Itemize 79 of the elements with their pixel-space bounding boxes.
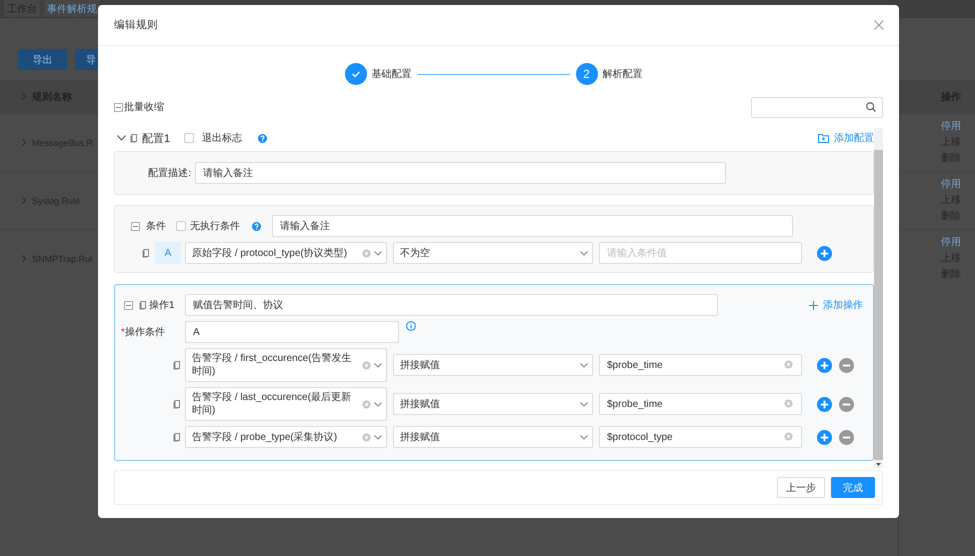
back-button[interactable]: 上一步 xyxy=(777,477,825,498)
remove-icon[interactable] xyxy=(839,358,854,372)
step-label: 解析配置 xyxy=(602,68,642,81)
clear-icon[interactable] xyxy=(784,399,793,408)
checkbox[interactable] xyxy=(184,133,194,143)
step-label: 基础配置 xyxy=(372,68,412,81)
checkbox-label: 退出标志 xyxy=(202,132,242,145)
field-label: *操作条件 xyxy=(121,326,165,339)
collapse-icon[interactable] xyxy=(124,300,133,310)
help-icon[interactable] xyxy=(258,134,268,142)
field-select[interactable]: 原始字段 / protocol_type(协议类型) xyxy=(185,242,387,264)
copy-icon[interactable] xyxy=(173,432,181,442)
clear-icon[interactable] xyxy=(362,248,371,258)
value-field[interactable]: 请输入条件值 xyxy=(599,242,802,264)
search-icon[interactable] xyxy=(866,102,876,112)
collapse-icon[interactable] xyxy=(131,222,140,230)
clear-icon[interactable] xyxy=(784,432,793,441)
collapse-all-label[interactable]: 批量收缩 xyxy=(124,100,164,114)
clear-icon[interactable] xyxy=(362,360,371,370)
action-link[interactable]: 停用 xyxy=(941,120,975,132)
field-select[interactable]: 告警字段 / last_occurence(最后更新时间) xyxy=(185,387,387,421)
action-link[interactable]: 停用 xyxy=(941,236,975,248)
copy-icon[interactable] xyxy=(173,360,181,370)
clear-icon[interactable] xyxy=(362,432,371,442)
plus-icon xyxy=(809,300,818,310)
copy-icon[interactable] xyxy=(139,300,147,310)
checkbox[interactable] xyxy=(176,221,186,231)
add-icon[interactable] xyxy=(817,246,832,260)
value-field[interactable]: $protocol_type xyxy=(599,426,802,448)
operation-name-field[interactable]: 赋值告警时间、协议 xyxy=(185,294,718,316)
operation-title: 操作1 xyxy=(149,299,175,312)
field-label: 配置描述: xyxy=(148,166,191,180)
note-field[interactable]: 请输入备注 xyxy=(272,215,793,237)
caret-icon xyxy=(374,362,382,368)
search-field[interactable] xyxy=(751,96,883,118)
clear-icon[interactable] xyxy=(362,400,371,408)
add-icon[interactable] xyxy=(817,396,832,412)
action-link[interactable]: 停用 xyxy=(941,178,975,190)
description-field[interactable]: 请输入备注 xyxy=(195,162,726,184)
info-icon[interactable] xyxy=(406,321,416,331)
caret-icon xyxy=(580,250,588,256)
caret-icon xyxy=(374,434,382,440)
caret-icon xyxy=(374,250,382,256)
method-select[interactable]: 拼接赋值 xyxy=(393,393,593,415)
value-field[interactable]: $probe_time xyxy=(599,393,802,415)
caret-icon xyxy=(374,402,382,406)
copy-icon[interactable] xyxy=(142,248,150,258)
condition-field[interactable]: A xyxy=(185,321,399,343)
chevron-icon[interactable] xyxy=(117,135,126,141)
folder-icon xyxy=(818,134,829,142)
section-label: 条件 xyxy=(146,220,166,233)
config-title: 配置1 xyxy=(142,132,170,146)
remove-icon[interactable] xyxy=(839,396,854,412)
method-select[interactable]: 拼接赋值 xyxy=(393,354,593,376)
method-select[interactable]: 拼接赋值 xyxy=(393,426,593,448)
caret-icon xyxy=(580,402,588,406)
copy-icon[interactable] xyxy=(173,399,181,409)
toolbar-button[interactable]: 导出 xyxy=(18,49,67,70)
toolbar-button[interactable]: 导 xyxy=(75,49,98,70)
add-icon[interactable] xyxy=(817,430,832,444)
value-field[interactable]: $probe_time xyxy=(599,354,802,376)
add-icon[interactable] xyxy=(817,358,832,372)
scrollbar-thumb[interactable] xyxy=(874,150,883,460)
copy-icon[interactable] xyxy=(130,133,138,143)
help-icon[interactable] xyxy=(252,222,261,230)
operator-select[interactable]: 不为空 xyxy=(393,242,593,264)
dialog-title: 编辑规则 xyxy=(114,18,158,32)
remove-icon[interactable] xyxy=(839,430,854,444)
clear-icon[interactable] xyxy=(784,360,793,369)
step-number: 2 xyxy=(576,63,598,85)
scroll-down-icon[interactable] xyxy=(876,462,881,466)
field-select[interactable]: 告警字段 / probe_type(采集协议) xyxy=(185,426,387,448)
checkbox-label: 无执行条件 xyxy=(190,220,240,233)
caret-icon xyxy=(580,434,588,440)
condition-tag: A xyxy=(155,242,181,264)
field-select[interactable]: 告警字段 / first_occurence(告警发生时间) xyxy=(185,348,387,382)
close-icon[interactable] xyxy=(874,20,884,30)
caret-icon xyxy=(580,362,588,368)
collapse-icon[interactable] xyxy=(114,102,123,112)
